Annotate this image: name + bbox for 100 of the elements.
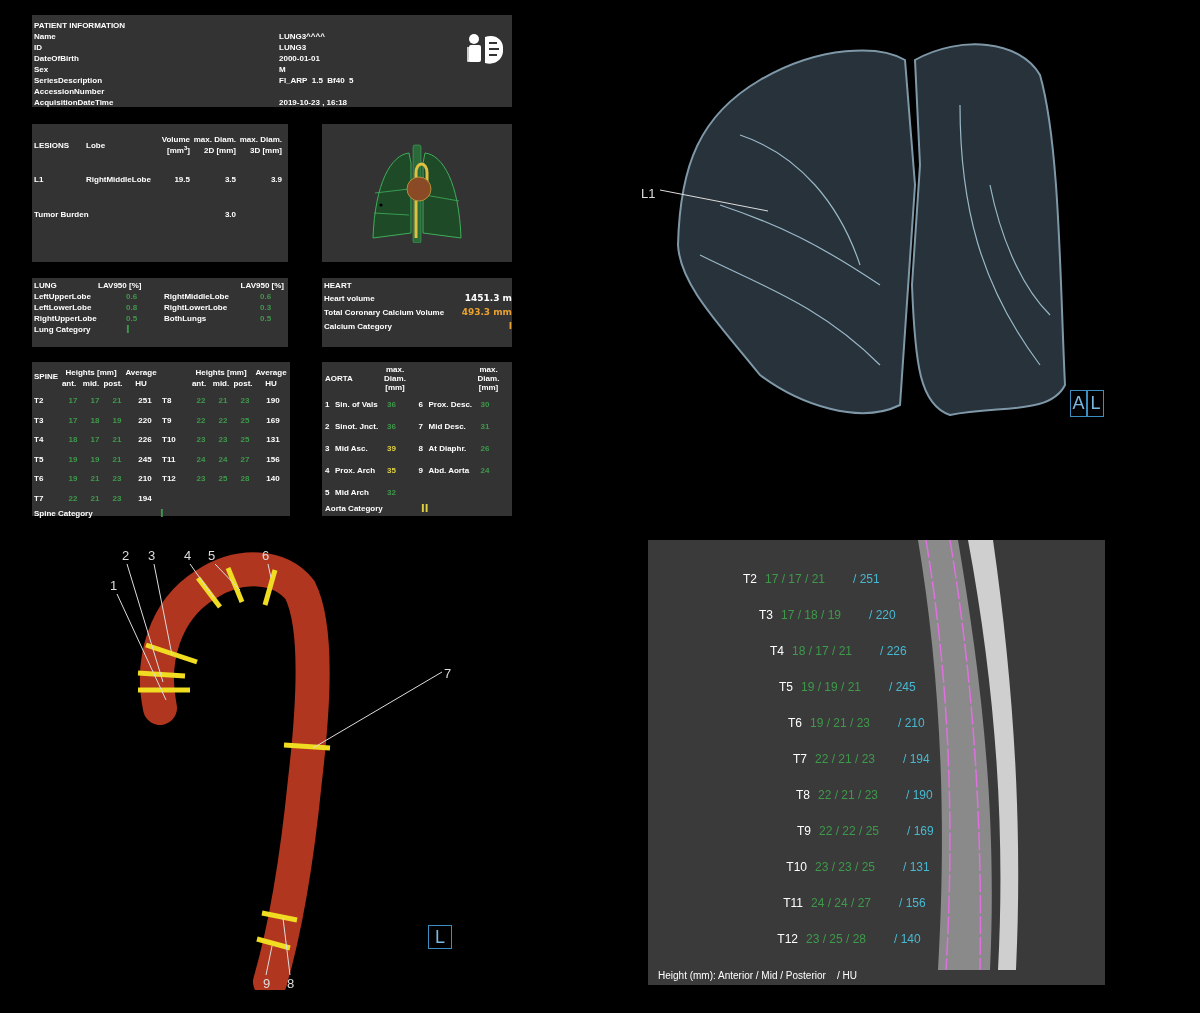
vertebra-label: T7: [792, 752, 807, 766]
marker-number: 5: [208, 548, 216, 563]
diameter-value: 35: [387, 464, 397, 476]
table-cell-text: 23: [195, 434, 207, 446]
diameter-value: 26: [480, 442, 491, 454]
vertebra-label: T6: [787, 716, 802, 730]
marker-number: 7: [444, 666, 452, 681]
level-label: T12: [162, 473, 177, 485]
table-cell-text: 156: [265, 453, 281, 465]
table-cell-text: 131: [265, 434, 281, 446]
height-values: 17 / 18 / 19: [781, 608, 843, 622]
table-cell-text: 19: [67, 453, 79, 465]
level-label: T10: [162, 434, 177, 446]
field-label: SeriesDescription: [34, 75, 104, 86]
field-label: ID: [34, 42, 43, 53]
table-cell-text: 19: [89, 453, 101, 465]
table-cell-text: Tumor Burden: [34, 209, 90, 220]
row-label: RightUpperLobe: [34, 313, 98, 324]
table-cell-text: 25: [217, 473, 229, 485]
table-cell-text: 3.5: [223, 174, 236, 185]
field-label: AccessionNumber: [34, 86, 106, 97]
column-header: HU: [264, 378, 278, 389]
column-header: Average: [124, 367, 158, 378]
marker-number: 8: [287, 976, 295, 990]
column-header: ant.: [190, 378, 208, 389]
vertebra-label: T11: [782, 896, 803, 910]
height-values: 22 / 21 / 23: [818, 788, 880, 802]
field-label: DateOfBirth: [34, 53, 80, 64]
table-cell-text: 251: [137, 395, 153, 407]
table-cell-text: 23: [111, 473, 123, 485]
height-values: 19 / 19 / 21: [801, 680, 863, 694]
table-cell-text: 220: [137, 414, 153, 426]
diameter-value: 32: [387, 486, 397, 498]
table-cell-text: 25: [239, 434, 251, 446]
column-header: LAV950 [%]: [98, 280, 143, 291]
column-header: HU: [134, 378, 148, 389]
table-cell-text: 24: [195, 453, 207, 465]
table-cell-text: 23: [239, 395, 251, 407]
marker-number: 5: [325, 486, 331, 498]
row-label: RightMiddleLobe: [164, 291, 230, 302]
vertebra-label: T5: [778, 680, 793, 694]
lav-value: 0.5: [125, 313, 139, 324]
marker-number: 4: [184, 548, 192, 563]
segment-label: Sinot. Jnct.: [335, 420, 380, 432]
leader-line: [267, 563, 272, 579]
heart-value: 493.3 mm: [461, 307, 512, 319]
panel-title: PATIENT INFORMATION: [34, 20, 127, 31]
table-cell-text: 25: [239, 414, 251, 426]
height-values: 23 / 23 / 25: [815, 860, 877, 874]
table-cell-text: 194: [137, 492, 153, 504]
vertebra-label: T10: [785, 860, 807, 874]
field-value: 2000-01-01: [279, 53, 320, 64]
row-label: BothLungs: [164, 313, 208, 324]
table-cell-text: 19.5: [173, 174, 190, 185]
leader-line: [189, 563, 215, 599]
diameter-value: 36: [387, 398, 397, 410]
table-cell-text: 17: [67, 395, 79, 407]
level-label: T5: [34, 453, 45, 465]
segment-label: Mid Arch: [335, 486, 370, 498]
table-cell-text: 19: [67, 473, 79, 485]
table-cell-text: RightMiddleLobe: [86, 174, 152, 185]
table-cell-text: 24: [217, 453, 229, 465]
vertebra-label: T8: [795, 788, 810, 802]
vertebra-label: T9: [796, 824, 811, 838]
row-label: RightLowerLobe: [164, 302, 229, 313]
segment-label: Sin. of Vals: [335, 398, 379, 410]
panel-title: LUNG: [34, 280, 58, 291]
column-header: Heights [mm]: [194, 367, 248, 378]
level-label: T2: [34, 395, 45, 407]
table-cell-text: 190: [265, 395, 281, 407]
table-cell-text: 17: [67, 414, 79, 426]
height-values: 22 / 22 / 25: [819, 824, 881, 838]
table-cell-text: L1: [34, 174, 45, 185]
hu-value: / 140: [894, 932, 921, 946]
level-label: T8: [162, 395, 173, 407]
table-cell-text: 3.9: [269, 174, 282, 185]
hu-value: / 220: [869, 608, 896, 622]
table-cell-text: 18: [67, 434, 79, 446]
segment-label: Mid Desc.: [428, 420, 467, 432]
field-label: AcquisitionDateTime: [34, 97, 115, 108]
table-cell-text: 21: [111, 434, 123, 446]
hu-value: / 245: [889, 680, 916, 694]
column-header: max. Diam. 3D [mm]: [238, 134, 282, 156]
category-value: II: [421, 503, 429, 514]
table-cell-text: 140: [265, 473, 281, 485]
table-cell-text: 21: [111, 453, 123, 465]
marker-number: 3: [325, 442, 331, 454]
height-values: 17 / 17 / 21: [765, 572, 827, 586]
table-cell-text: 28: [239, 473, 251, 485]
table-cell-text: 19: [111, 414, 123, 426]
level-label: T6: [34, 473, 45, 485]
marker-number: 7: [418, 420, 424, 432]
table-cell-text: 3.0: [223, 209, 236, 220]
column-header: mid.: [81, 378, 101, 389]
column-header: Volume [mm$^{3}$]: [160, 134, 190, 156]
column-header: max. Diam. [mm]: [476, 364, 501, 392]
height-values: 24 / 24 / 27: [811, 896, 873, 910]
panel-title: HEART: [324, 280, 353, 292]
leader-line: [265, 945, 273, 976]
table-cell-text: 23: [195, 473, 207, 485]
